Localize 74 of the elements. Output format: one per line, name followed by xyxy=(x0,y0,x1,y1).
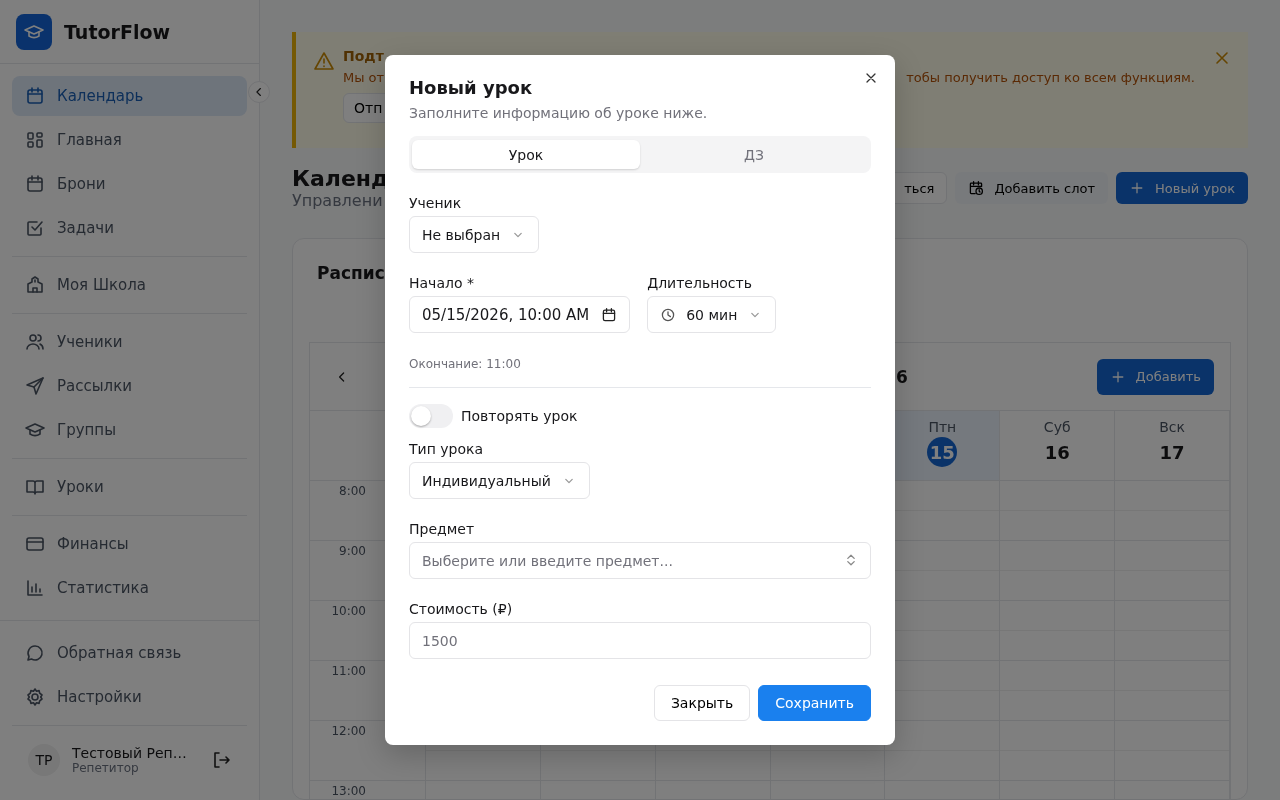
users-icon xyxy=(25,332,45,352)
avatar: ТР xyxy=(28,744,60,776)
plus-icon xyxy=(1129,180,1145,196)
end-time-note: Окончание: 11:00 xyxy=(409,357,522,371)
tab[interactable]: Урок xyxy=(412,140,640,169)
day-number: 15 xyxy=(927,437,958,467)
week-heading: 6 xyxy=(896,366,908,387)
bar-chart-icon xyxy=(25,578,45,598)
sidebar-item[interactable]: Брони xyxy=(12,164,247,204)
calendar-icon xyxy=(25,86,45,106)
page-title: Календ xyxy=(292,166,389,191)
toggle-label: Повторять урок xyxy=(461,408,578,424)
sidebar-item[interactable]: Главная xyxy=(12,120,247,160)
day-header[interactable]: Вск 17 xyxy=(1115,411,1230,481)
dialog-subtitle: Заполните информацию об уроке ниже. xyxy=(409,105,709,121)
banner-text: тобы получить доступ ко всем функциям. xyxy=(906,70,1195,85)
calendar-icon xyxy=(25,174,45,194)
day-header[interactable]: Суб 16 xyxy=(1000,411,1116,481)
sidebar-item[interactable]: Календарь xyxy=(12,76,247,116)
weekday: Вск xyxy=(1159,419,1185,435)
tab[interactable]: ДЗ xyxy=(640,140,868,169)
paper-plane-icon xyxy=(25,376,45,396)
time-cell: 13:00 xyxy=(310,781,426,799)
weekday: Птн xyxy=(928,419,957,435)
sidebar-item[interactable]: Финансы xyxy=(12,524,247,564)
user-name: Тестовый Реп… xyxy=(72,745,188,761)
calendar-clock-icon xyxy=(968,180,985,196)
datetime-field[interactable]: 05/15/2026, 10:00 AM xyxy=(409,296,631,333)
chat-bubble-icon xyxy=(25,643,45,663)
action-button[interactable]: Новый урок xyxy=(1116,172,1248,204)
sidebar-item[interactable]: Уроки xyxy=(12,467,247,507)
calendar-icon xyxy=(601,306,618,323)
day-number: 17 xyxy=(1158,440,1186,465)
sidebar-item[interactable]: Моя Школа xyxy=(12,265,247,305)
action-button[interactable]: Добавить слот xyxy=(955,172,1108,204)
sidebar-item[interactable]: Статистика xyxy=(12,568,247,608)
field-label: Длительность xyxy=(647,275,753,291)
banner-text: Мы от xyxy=(343,70,385,85)
duration-select[interactable]: 60 мин xyxy=(647,296,777,333)
save-button[interactable]: Сохранить xyxy=(758,685,871,721)
dialog-title: Новый урок xyxy=(409,77,534,98)
grid-icon xyxy=(25,130,45,150)
sidebar-item[interactable]: Рассылки xyxy=(12,366,247,406)
page-subtitle: Управлени xyxy=(292,191,384,210)
field-label: Тип урока xyxy=(409,441,485,457)
app-name: TutorFlow xyxy=(64,20,170,43)
sidebar-item[interactable]: Ученики xyxy=(12,322,247,362)
student-select[interactable]: Не выбран xyxy=(409,216,540,253)
sidebar-item[interactable]: Обратная связь xyxy=(12,633,247,673)
user-role: Репетитор xyxy=(72,761,140,775)
toggle-switch[interactable] xyxy=(409,404,453,428)
field-label: Ученик xyxy=(409,195,463,211)
field-label: Начало * xyxy=(409,275,475,291)
banner-title: Подт xyxy=(343,48,385,64)
book-icon xyxy=(25,477,45,497)
day-number: 16 xyxy=(1043,440,1071,465)
clock-icon xyxy=(660,306,677,323)
card-title: Распис xyxy=(317,263,385,283)
subject-combobox[interactable]: Выберите или введите предмет... xyxy=(409,542,871,579)
credit-card-icon xyxy=(25,534,45,554)
logout-icon xyxy=(211,750,231,770)
building-icon xyxy=(25,275,45,295)
sidebar-item[interactable]: Задачи xyxy=(12,208,247,248)
checkbox-icon xyxy=(25,218,45,238)
settings-icon xyxy=(25,687,45,707)
warning-icon xyxy=(314,51,334,71)
close-dialog-button[interactable]: Закрыть xyxy=(653,685,751,721)
sidebar-item[interactable]: Настройки xyxy=(12,677,247,717)
logout-button[interactable] xyxy=(211,750,231,770)
weekday: Суб xyxy=(1043,419,1071,435)
add-button[interactable]: Добавить xyxy=(1096,358,1214,395)
price-field[interactable]: 1500 xyxy=(409,622,871,659)
lesson-type-select[interactable]: Индивидуальный xyxy=(409,462,590,499)
sidebar-item[interactable]: Группы xyxy=(12,410,247,450)
